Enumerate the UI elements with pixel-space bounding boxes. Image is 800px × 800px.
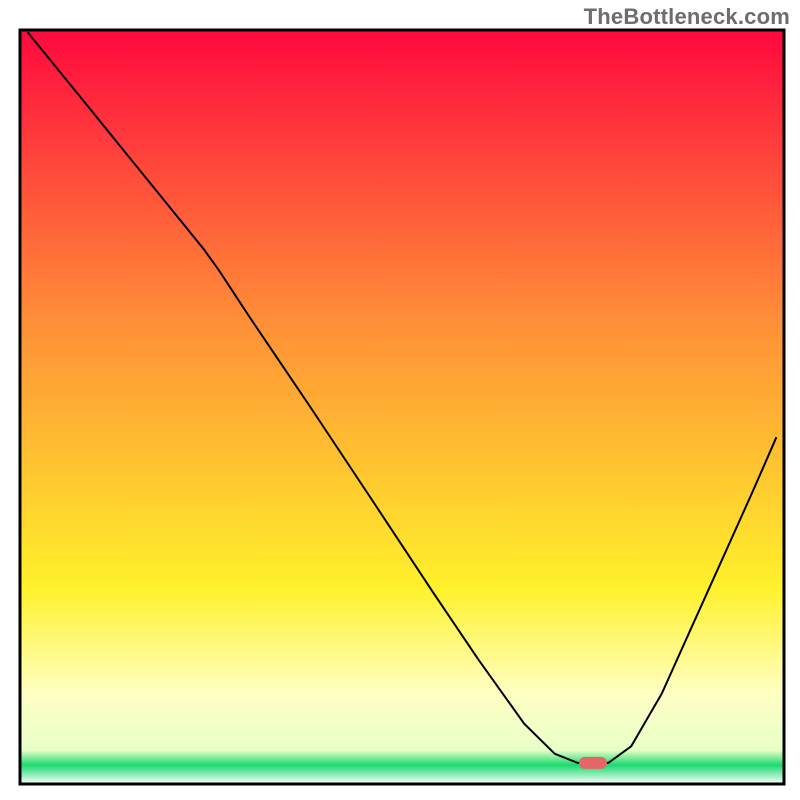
watermark: TheBottleneck.com	[584, 4, 790, 30]
optimal-marker	[579, 757, 607, 769]
plot-area	[20, 30, 784, 784]
chart-container: TheBottleneck.com	[0, 0, 800, 800]
bottleneck-chart	[0, 0, 800, 800]
